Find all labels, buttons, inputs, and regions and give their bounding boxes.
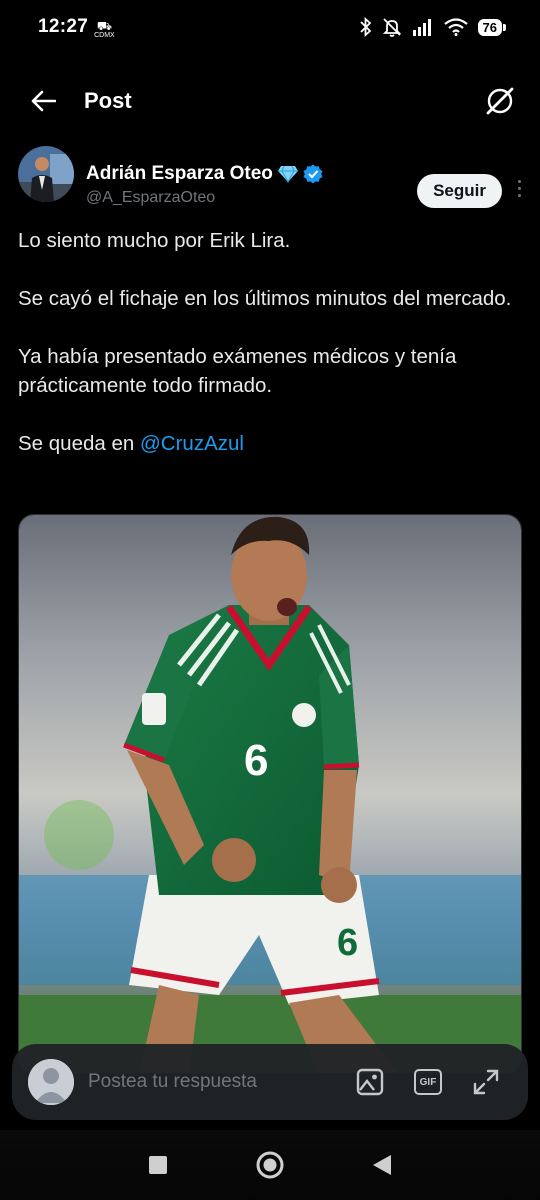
reply-input[interactable] xyxy=(88,1071,318,1093)
post-paragraph: Lo siento mucho por Erik Lira. xyxy=(18,229,291,252)
post: Adrián Esparza Oteo @A_EsparzaOteo Segui… xyxy=(18,146,522,1074)
carrier-logo: ⛟ CDMX xyxy=(94,20,115,39)
battery-indicator: 76 xyxy=(477,18,507,36)
gif-label: GIF xyxy=(419,1076,437,1088)
back-arrow-icon[interactable] xyxy=(30,90,56,112)
bluetooth-icon xyxy=(359,17,371,37)
system-nav-bar xyxy=(0,1130,540,1200)
author-row: Adrián Esparza Oteo @A_EsparzaOteo Segui… xyxy=(18,146,522,210)
back-icon[interactable] xyxy=(371,1153,393,1177)
status-icons: 76 xyxy=(359,17,507,37)
bell-off-icon xyxy=(382,18,401,37)
header: Post xyxy=(0,72,540,130)
author-name-text: Adrián Esparza Oteo xyxy=(86,163,273,184)
carrier-label: CDMX xyxy=(94,31,115,39)
player-photo: 6 6 xyxy=(19,515,521,1073)
wifi-icon xyxy=(443,18,468,36)
author-handle[interactable]: @A_EsparzaOteo xyxy=(86,186,323,210)
author-avatar-image xyxy=(18,146,74,202)
diamond-icon xyxy=(277,165,298,183)
reply-tools: GIF xyxy=(356,1068,512,1096)
expand-icon[interactable] xyxy=(472,1068,500,1096)
verified-badge-icon xyxy=(303,164,323,184)
jersey-number: 6 xyxy=(244,736,268,785)
post-image[interactable]: 6 6 xyxy=(18,514,522,1074)
author-name[interactable]: Adrián Esparza Oteo xyxy=(86,162,323,186)
author-avatar[interactable] xyxy=(18,146,74,202)
shorts-number: 6 xyxy=(337,922,358,964)
post-text-prefix: Se queda en xyxy=(18,432,140,455)
signal-icon xyxy=(412,19,431,36)
page-title: Post xyxy=(84,88,132,113)
follow-button[interactable]: Seguir xyxy=(417,174,502,208)
carrier-icon: ⛟ xyxy=(96,18,112,33)
default-avatar-icon xyxy=(28,1059,74,1105)
user-avatar[interactable] xyxy=(28,1059,74,1105)
post-paragraph-last: Se queda en @CruzAzul xyxy=(18,429,522,458)
author-info: Adrián Esparza Oteo @A_EsparzaOteo xyxy=(86,162,323,210)
recents-icon[interactable] xyxy=(147,1154,169,1176)
mention-link[interactable]: @CruzAzul xyxy=(140,432,244,455)
screen: 12:27 ⛟ CDMX 76 Post Adrián Esparza Oteo… xyxy=(0,0,540,1200)
post-text: Lo siento mucho por Erik Lira. Se cayó e… xyxy=(18,226,522,458)
home-icon[interactable] xyxy=(255,1150,285,1180)
post-paragraph: Ya había presentado exámenes médicos y t… xyxy=(18,345,457,397)
gif-button[interactable]: GIF xyxy=(414,1069,442,1095)
more-options-icon[interactable] xyxy=(516,180,522,197)
post-paragraph: Se cayó el fichaje en los últimos minuto… xyxy=(18,287,512,310)
status-time: 12:27 xyxy=(38,16,89,37)
image-icon[interactable] xyxy=(356,1068,384,1096)
reply-bar: GIF xyxy=(12,1044,528,1120)
status-bar: 12:27 ⛟ CDMX 76 xyxy=(0,0,540,54)
grok-icon[interactable] xyxy=(484,85,516,117)
